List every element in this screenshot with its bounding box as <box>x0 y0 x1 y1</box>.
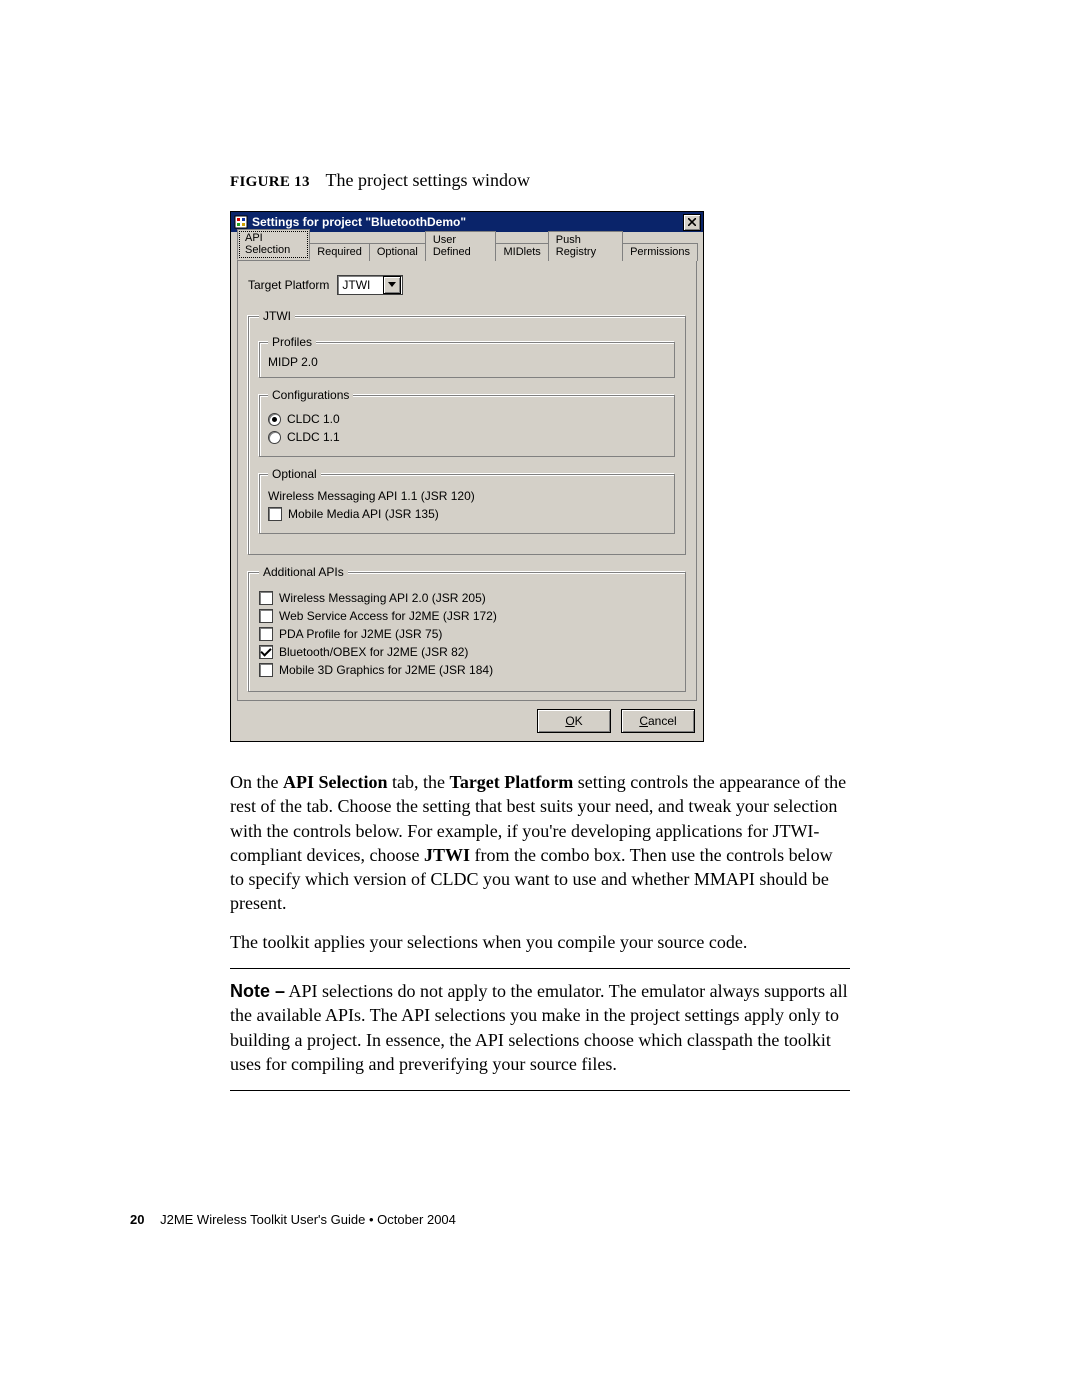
check-label: PDA Profile for J2ME (JSR 75) <box>279 627 442 641</box>
tab-api-selection[interactable]: API Selection <box>237 229 310 260</box>
page-number: 20 <box>130 1212 144 1227</box>
checkbox-icon <box>259 663 273 677</box>
configurations-legend: Configurations <box>268 388 353 402</box>
page-footer: 20 J2ME Wireless Toolkit User's Guide • … <box>130 1212 456 1227</box>
radio-icon <box>268 413 281 426</box>
body-paragraph-1: On the API Selection tab, the Target Pla… <box>230 770 850 916</box>
radio-label: CLDC 1.0 <box>287 412 340 426</box>
tab-permissions[interactable]: Permissions <box>622 243 698 261</box>
tab-push-registry[interactable]: Push Registry <box>548 231 623 261</box>
note-paragraph: Note – API selections do not apply to th… <box>230 979 850 1076</box>
optional-legend: Optional <box>268 467 321 481</box>
radio-cldc-1-1[interactable]: CLDC 1.1 <box>268 430 666 444</box>
profiles-group: Profiles MIDP 2.0 <box>259 335 675 378</box>
app-icon <box>234 215 248 229</box>
target-platform-label: Target Platform <box>248 278 329 292</box>
optional-group: Optional Wireless Messaging API 1.1 (JSR… <box>259 467 675 534</box>
checkbox-icon <box>268 507 282 521</box>
check-label: Mobile 3D Graphics for J2ME (JSR 184) <box>279 663 493 677</box>
dialog-title: Settings for project "BluetoothDemo" <box>252 215 683 229</box>
check-pda-profile[interactable]: PDA Profile for J2ME (JSR 75) <box>259 627 675 641</box>
jtwi-legend: JTWI <box>259 309 295 323</box>
body-paragraph-2: The toolkit applies your selections when… <box>230 930 850 954</box>
check-label: Mobile Media API (JSR 135) <box>288 507 439 521</box>
chevron-down-icon[interactable] <box>383 276 401 294</box>
configurations-group: Configurations CLDC 1.0 CLDC 1.1 <box>259 388 675 457</box>
optional-static-line: Wireless Messaging API 1.1 (JSR 120) <box>268 489 666 503</box>
horizontal-rule <box>230 968 850 969</box>
tab-optional[interactable]: Optional <box>369 243 426 261</box>
check-label: Wireless Messaging API 2.0 (JSR 205) <box>279 591 486 605</box>
profiles-value: MIDP 2.0 <box>268 355 666 369</box>
horizontal-rule <box>230 1090 850 1091</box>
check-mmapi[interactable]: Mobile Media API (JSR 135) <box>268 507 666 521</box>
close-icon <box>688 218 696 226</box>
figure-caption: The project settings window <box>326 170 530 190</box>
ok-button[interactable]: OK <box>537 709 611 733</box>
check-label: Web Service Access for J2ME (JSR 172) <box>279 609 497 623</box>
check-label: Bluetooth/OBEX for J2ME (JSR 82) <box>279 645 468 659</box>
check-bluetooth-obex[interactable]: Bluetooth/OBEX for J2ME (JSR 82) <box>259 645 675 659</box>
radio-label: CLDC 1.1 <box>287 430 340 444</box>
settings-dialog: Settings for project "BluetoothDemo" API… <box>230 211 704 742</box>
figure-number: FIGURE 13 <box>230 174 310 190</box>
checkbox-icon <box>259 627 273 641</box>
check-mobile-3d[interactable]: Mobile 3D Graphics for J2ME (JSR 184) <box>259 663 675 677</box>
close-button[interactable] <box>683 214 701 231</box>
check-wma-2-0[interactable]: Wireless Messaging API 2.0 (JSR 205) <box>259 591 675 605</box>
check-web-service[interactable]: Web Service Access for J2ME (JSR 172) <box>259 609 675 623</box>
additional-apis-group: Additional APIs Wireless Messaging API 2… <box>248 565 686 692</box>
tabstrip: API Selection Required Optional User Def… <box>237 238 697 261</box>
checkbox-icon <box>259 591 273 605</box>
tab-required[interactable]: Required <box>309 243 370 261</box>
tab-midlets[interactable]: MIDlets <box>495 243 548 261</box>
note-label: Note – <box>230 981 285 1001</box>
footer-text: J2ME Wireless Toolkit User's Guide • Oct… <box>160 1212 456 1227</box>
target-platform-combo[interactable]: JTWI <box>337 275 403 295</box>
tab-page-api-selection: Target Platform JTWI JTWI Profiles MIDP … <box>237 261 697 701</box>
additional-apis-legend: Additional APIs <box>259 565 348 579</box>
cancel-button[interactable]: Cancel <box>621 709 695 733</box>
radio-cldc-1-0[interactable]: CLDC 1.0 <box>268 412 666 426</box>
dialog-button-row: OK Cancel <box>231 701 703 741</box>
tab-user-defined[interactable]: User Defined <box>425 231 497 261</box>
radio-icon <box>268 431 281 444</box>
target-platform-value: JTWI <box>338 278 382 292</box>
note-text: API selections do not apply to the emula… <box>230 981 848 1074</box>
profiles-legend: Profiles <box>268 335 316 349</box>
checkbox-icon <box>259 645 273 659</box>
checkbox-icon <box>259 609 273 623</box>
jtwi-group: JTWI Profiles MIDP 2.0 Configurations CL… <box>248 309 686 555</box>
figure-label: FIGURE 13 The project settings window <box>230 170 850 191</box>
